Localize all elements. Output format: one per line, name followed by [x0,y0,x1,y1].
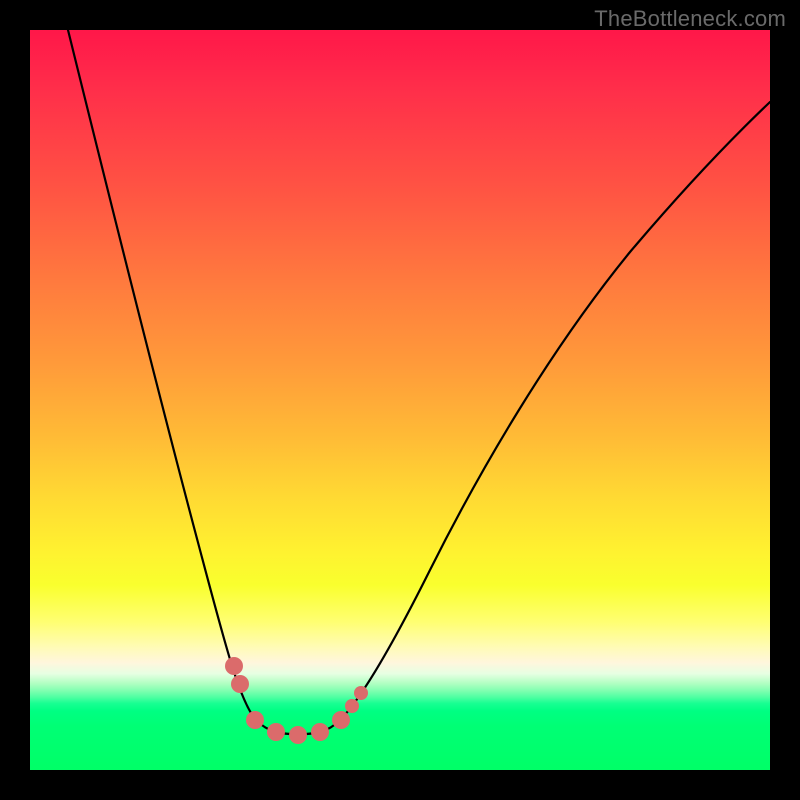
bottleneck-curve [68,30,770,734]
right-base-dot [332,711,350,729]
valley-left-dot [267,723,285,741]
right-upper-2 [354,686,368,700]
chart-plot-area [30,30,770,770]
right-upper-1 [345,699,359,713]
left-lower-dot [231,675,249,693]
valley-right-dot [311,723,329,741]
left-base-dot [246,711,264,729]
watermark-text: TheBottleneck.com [594,6,786,32]
valley-mid-dot [289,726,307,744]
left-upper-dot [225,657,243,675]
chart-svg [30,30,770,770]
